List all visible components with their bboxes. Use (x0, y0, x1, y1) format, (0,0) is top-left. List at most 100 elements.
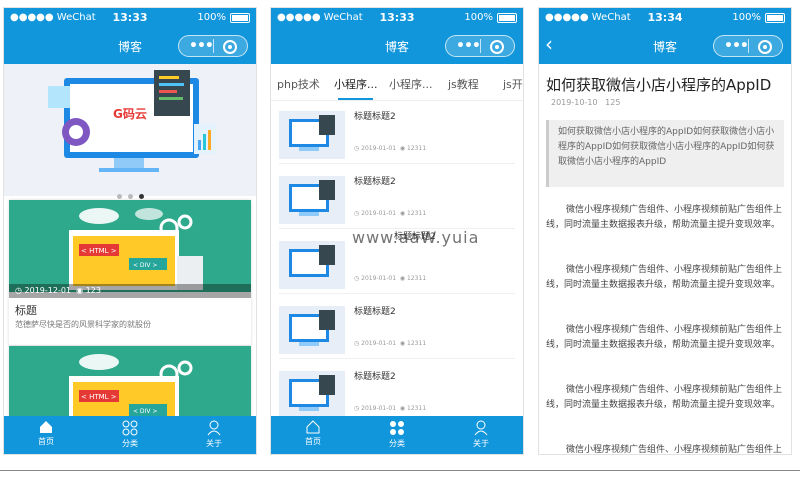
user-icon (207, 420, 221, 436)
eye-icon: ◉ (399, 210, 406, 217)
tab-about-label: 关于 (473, 439, 489, 448)
close-miniprogram-icon[interactable] (223, 40, 237, 54)
clock-icon: ◷ (354, 275, 360, 282)
article-title: 标题标题2 (354, 372, 396, 382)
close-miniprogram-icon[interactable] (758, 40, 772, 54)
capsule-menu[interactable]: ••• (713, 35, 783, 57)
battery-percent: 100% (197, 12, 226, 23)
post-paragraph: 微信小程序视频广告组件、小程序视频前贴广告组件上线，同时流量主数据报表升级，帮助… (546, 265, 783, 290)
card-description: 范德萨尽快是否的风景科学家的就股份 (15, 320, 151, 329)
banner-carousel[interactable]: G码云 (4, 64, 256, 196)
carousel-dot[interactable] (116, 194, 122, 199)
home-icon (40, 421, 52, 433)
card-html-label: < HTML > (81, 247, 117, 255)
post-paragraph: 微信小程序视频广告组件、小程序视频前贴广告组件上线，同时流量主数据报表升级，帮助… (566, 445, 783, 455)
clock-icon: ◷ (354, 405, 360, 412)
tab-category[interactable]: 分类 (88, 416, 172, 454)
post-paragraph: 微信小程序视频广告组件、小程序视频前贴广告组件上线，同时流量主数据报表升级，帮助… (546, 385, 783, 410)
status-bar: ●●●●● WeChat 13:33 100% (4, 8, 256, 28)
clock-icon: ◷ (354, 145, 360, 152)
list-item[interactable]: 标题标题2 ◷ 2019-01-01 ◉ 12311 (279, 363, 515, 424)
eye-icon: ◉ (399, 340, 406, 347)
list-item[interactable]: 标题标题2 ◷ 2019-01-01 ◉ 12311 (279, 103, 515, 164)
status-bar: ●●●●● WeChat 13:34 100% (539, 8, 791, 28)
blog-card[interactable]: < HTML > < DIV > (9, 346, 251, 418)
post-quote: 如何获取微信小店小程序的AppID如何获取微信小店小程序的AppID如何获取微信… (546, 120, 784, 187)
battery-icon (765, 12, 785, 23)
close-miniprogram-icon[interactable] (490, 40, 504, 54)
tab-home-label: 首页 (38, 437, 54, 446)
post-date: 2019-10-10 (551, 98, 598, 107)
tab-bar: 首页 分类 关于 (4, 416, 256, 454)
grid-icon (122, 420, 138, 436)
eye-icon: ◉ (399, 405, 406, 412)
category-tab[interactable]: 小程序... (389, 76, 433, 92)
capsule-menu[interactable]: ••• (178, 35, 248, 57)
tab-category-label: 分类 (389, 439, 405, 448)
article-title: 标题标题2 (354, 307, 396, 317)
blog-card[interactable]: < HTML > < DIV > ◷ 2019-12-01 ◉ 123 标题 范… (9, 200, 251, 345)
tab-category[interactable]: 分类 (355, 416, 439, 454)
list-item[interactable]: 标题标题2 ◷ 2019-01-01 ◉ 12311 (279, 298, 515, 359)
banner-logo: G码云 (113, 107, 147, 121)
tab-home[interactable]: 首页 (271, 416, 355, 454)
carousel-dot[interactable] (127, 194, 133, 199)
post-views: 125 (605, 98, 621, 107)
article-thumbnail (279, 241, 345, 289)
category-tab-active[interactable]: 小程序... (334, 76, 378, 100)
article-title: 标题标题2 (354, 177, 396, 187)
article-thumbnail (279, 111, 345, 159)
article-meta: ◷ 2019-01-01 ◉ 12311 (354, 210, 427, 217)
card-meta: ◷ 2019-12-01 ◉ 123 (9, 284, 251, 298)
card-image: < HTML > < DIV > (9, 346, 251, 418)
more-icon[interactable]: ••• (724, 36, 749, 56)
carousel-dot-active[interactable] (138, 194, 144, 199)
phone-article-detail: ●●●●● WeChat 13:34 100% ‹ 博客 ••• 如何获取微信小… (538, 7, 792, 455)
post-paragraph: 微信小程序视频广告组件、小程序视频前贴广告组件上线，同时流量主数据报表升级，帮助… (546, 205, 783, 230)
capsule-menu[interactable]: ••• (445, 35, 515, 57)
tab-about[interactable]: 关于 (439, 416, 523, 454)
battery-percent: 100% (464, 12, 493, 23)
tab-home-label: 首页 (305, 437, 321, 446)
tab-about-label: 关于 (206, 439, 222, 448)
user-icon (474, 420, 488, 436)
article-meta: ◷ 2019-01-01 ◉ 12311 (354, 275, 427, 282)
card-div-label: < DIV > (133, 408, 157, 415)
card-views: 123 (85, 286, 101, 295)
clock-icon: ◷ (354, 210, 360, 217)
article-meta: ◷ 2019-01-01 ◉ 12311 (354, 405, 427, 412)
post-meta: 2019-10-10 125 (551, 98, 620, 107)
battery-icon (230, 12, 250, 23)
banner-illustration: G码云 (48, 70, 216, 172)
watermark: www.aaW.yuia (352, 228, 480, 247)
article-thumbnail (279, 176, 345, 224)
eye-icon: ◉ (399, 275, 406, 282)
tab-bar: 首页 分类 关于 (271, 416, 523, 454)
status-bar: ●●●●● WeChat 13:33 100% (271, 8, 523, 28)
list-item[interactable]: 标题标题2 ◷ 2019-01-01 ◉ 12311 (279, 168, 515, 229)
category-tab[interactable]: js教程 (448, 76, 479, 92)
card-date: 2019-12-01 (24, 286, 72, 295)
card-html-label: < HTML > (81, 393, 117, 401)
tab-about[interactable]: 关于 (172, 416, 256, 454)
phone-home-screen: ●●●●● WeChat 13:33 100% 博客 ••• G码云 < HTM… (3, 7, 257, 455)
tab-category-label: 分类 (122, 439, 138, 448)
tab-home[interactable]: 首页 (4, 416, 88, 454)
article-meta: ◷ 2019-01-01 ◉ 12311 (354, 145, 427, 152)
nav-bar: ‹ 博客 ••• (539, 28, 791, 64)
home-icon (306, 420, 320, 434)
battery-percent: 100% (732, 12, 761, 23)
battery-icon (497, 12, 517, 23)
article-thumbnail (279, 306, 345, 354)
more-icon[interactable]: ••• (456, 36, 481, 56)
grid-icon (390, 421, 404, 435)
more-icon[interactable]: ••• (189, 36, 214, 56)
eye-icon: ◉ (76, 286, 84, 295)
article-thumbnail (279, 371, 345, 419)
article-title: 标题标题2 (354, 112, 396, 122)
clock-icon: ◷ (15, 286, 22, 295)
category-tab[interactable]: js开 (503, 76, 523, 92)
card-title: 标题 (15, 304, 37, 317)
category-tab[interactable]: php技术 (277, 76, 320, 92)
clock-icon: ◷ (354, 340, 360, 347)
